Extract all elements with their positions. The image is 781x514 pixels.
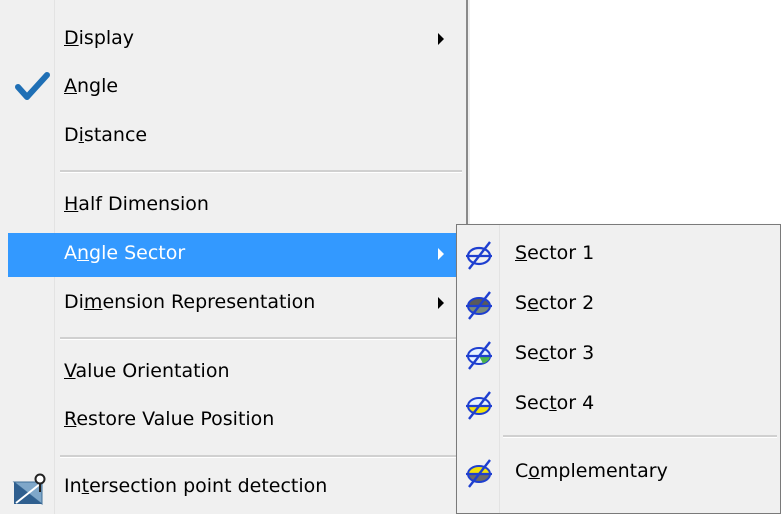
- menu-separator: [60, 337, 462, 340]
- menu-separator: [60, 170, 462, 173]
- menu-item-restore-value-position[interactable]: Restore Value Position: [8, 399, 462, 443]
- submenu-item-sector-3[interactable]: Sector 3: [459, 331, 777, 379]
- menu-item-label: Display: [64, 27, 135, 49]
- menu-item-half-dimension[interactable]: Half Dimension: [8, 184, 462, 228]
- submenu-item-label: Sector 1: [515, 242, 595, 264]
- menu-item-label: Dimension Representation: [64, 291, 316, 313]
- submenu-arrow-icon: [438, 248, 444, 260]
- context-menu: Display Angle Distance Half Dimension An…: [0, 0, 470, 514]
- submenu-item-label: Sector 2: [515, 292, 595, 314]
- menu-item-distance[interactable]: Distance: [8, 115, 462, 159]
- menu-item-angle[interactable]: Angle: [8, 66, 462, 110]
- menu-item-display[interactable]: Display: [8, 18, 462, 62]
- menu-item-label: Restore Value Position: [64, 408, 275, 430]
- menu-item-label: Distance: [64, 124, 148, 146]
- submenu-item-sector-1[interactable]: Sector 1: [459, 231, 777, 279]
- intersection-point-icon: [12, 473, 46, 506]
- menu-item-label: Angle Sector: [64, 242, 186, 264]
- submenu-arrow-icon: [438, 297, 444, 309]
- angle-sector-submenu: Sector 1 Sector 2 Sector 3 Sector 4 Comp…: [456, 224, 781, 514]
- sector-2-icon: [466, 291, 492, 320]
- sector-4-icon: [466, 391, 492, 420]
- submenu-item-complementary[interactable]: Complementary: [459, 449, 777, 497]
- menu-item-intersection-point-detection[interactable]: Intersection point detection: [8, 466, 462, 510]
- menu-item-label: Intersection point detection: [64, 475, 328, 497]
- sector-3-icon: [466, 341, 492, 370]
- submenu-item-sector-2[interactable]: Sector 2: [459, 281, 777, 329]
- menu-separator: [60, 455, 462, 458]
- submenu-item-label: Sector 4: [515, 392, 595, 414]
- submenu-arrow-icon: [438, 33, 444, 45]
- submenu-item-label: Sector 3: [515, 342, 595, 364]
- menu-item-label: Half Dimension: [64, 193, 209, 215]
- submenu-item-sector-4[interactable]: Sector 4: [459, 381, 777, 429]
- submenu-item-label: Complementary: [515, 460, 668, 482]
- menu-item-value-orientation[interactable]: Value Orientation: [8, 351, 462, 395]
- checkmark-icon: [15, 72, 50, 100]
- sector-1-icon: [466, 241, 492, 270]
- menu-item-angle-sector[interactable]: Angle Sector: [8, 233, 462, 277]
- menu-item-label: Value Orientation: [64, 360, 230, 382]
- complementary-icon: [466, 459, 492, 488]
- submenu-separator: [503, 435, 777, 438]
- menu-item-label: Angle: [64, 75, 119, 97]
- menu-item-dimension-representation[interactable]: Dimension Representation: [8, 282, 462, 326]
